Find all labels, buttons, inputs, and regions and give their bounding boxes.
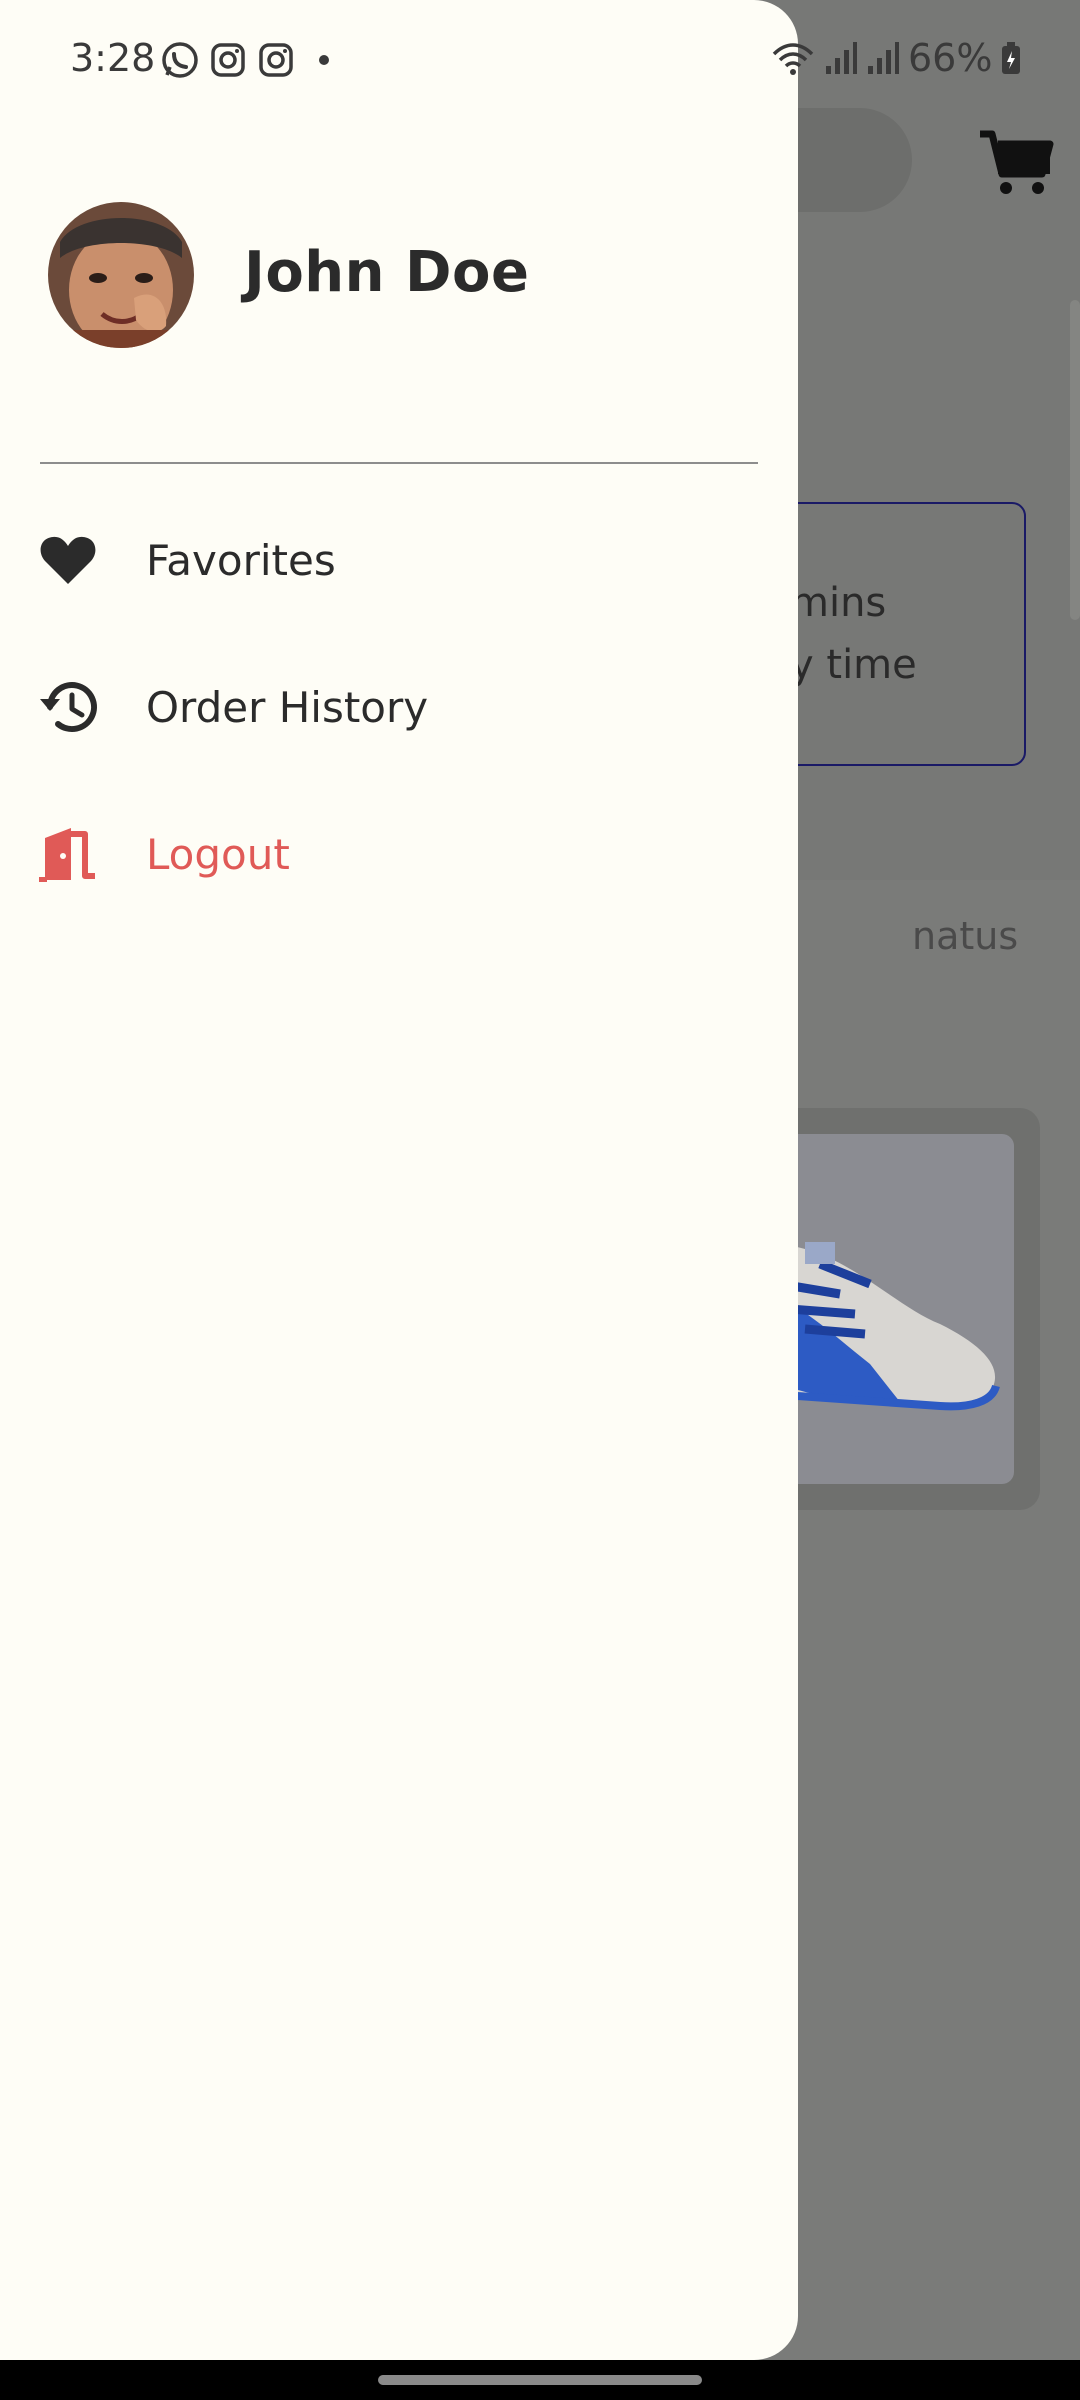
menu-item-order-history[interactable]: Order History [36,667,756,747]
system-navigation-bar [0,2360,1080,2400]
wifi-icon [772,43,814,75]
notification-dot-icon [319,55,329,65]
navigation-drawer: John Doe Favorites Order History Logout [0,0,798,2360]
divider [40,462,758,464]
cart-icon[interactable] [978,128,1054,196]
user-name: John Doe [244,240,530,305]
menu-label-favorites: Favorites [146,535,336,585]
whatsapp-icon [162,42,198,78]
battery-percent: 66% [908,36,993,80]
door-exit-icon [36,822,100,886]
instagram-icon [211,43,245,77]
tab-label[interactable]: natus [912,914,1018,958]
home-gesture-handle[interactable] [378,2375,702,2385]
signal-icon [826,42,857,74]
menu-item-logout[interactable]: Logout [36,814,756,894]
history-icon [36,675,100,739]
status-time: 3:28 [70,36,156,80]
menu-label-order-history: Order History [146,682,429,732]
battery-icon [1002,42,1021,74]
heart-icon [36,528,100,592]
card-line-1: mins [790,580,887,626]
card-line-2: y time [790,642,917,688]
avatar[interactable] [48,202,194,348]
menu-label-logout: Logout [146,829,290,879]
scrollbar[interactable] [1070,300,1080,620]
signal-icon [868,42,899,74]
instagram-icon [259,43,293,77]
menu-item-favorites[interactable]: Favorites [36,520,756,600]
status-right: 66% [770,36,1022,80]
status-left-icons [160,40,344,80]
